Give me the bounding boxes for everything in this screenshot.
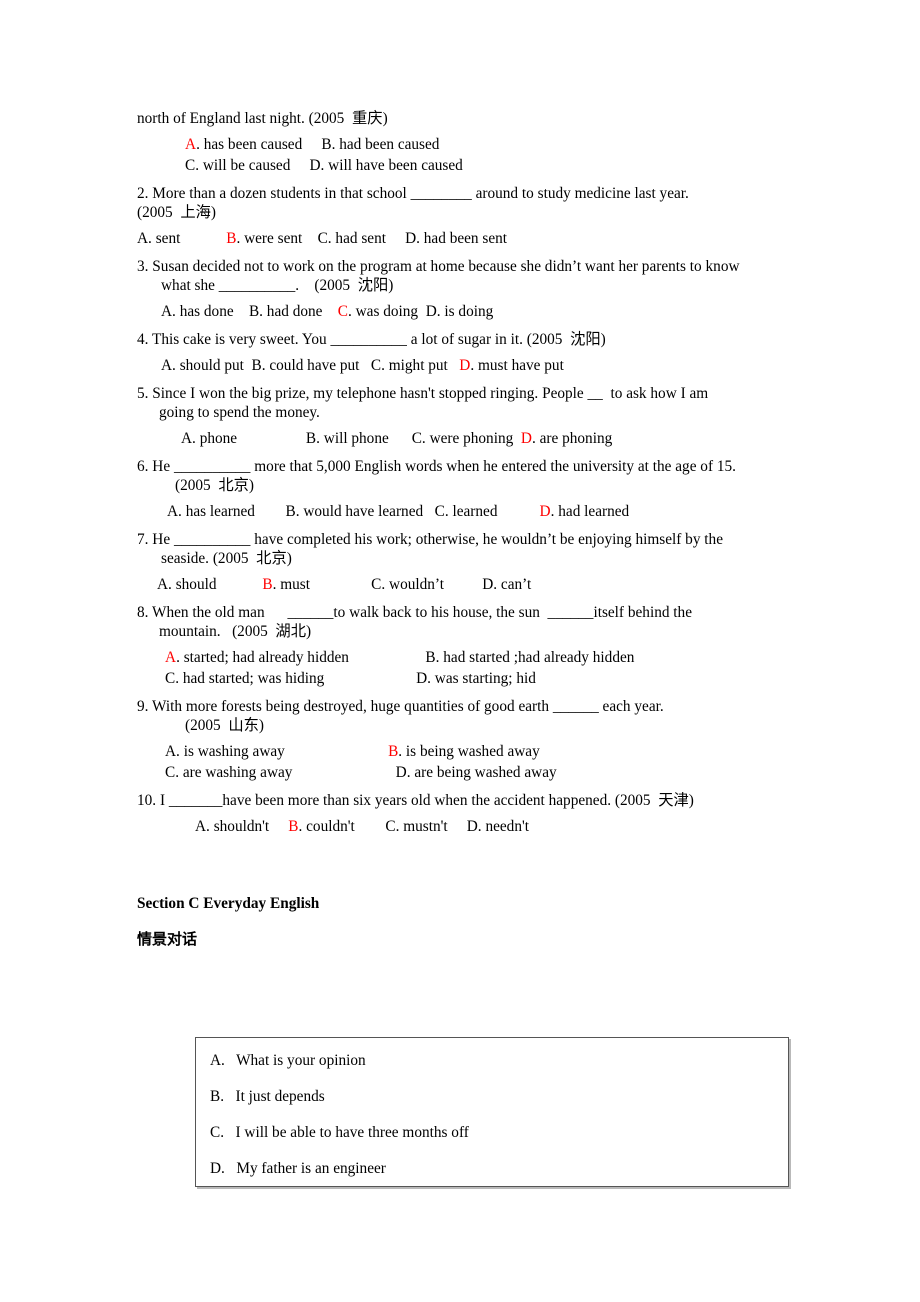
option-text: . is being washed away	[398, 743, 540, 760]
correct-answer-letter: D	[520, 430, 532, 447]
option-text: . were sent C. had sent D. had been sent	[236, 230, 508, 247]
option-text: A. should put B. could have put C. might…	[161, 357, 460, 374]
option-text: . has been caused B. had been caused	[196, 136, 440, 153]
dialogue-option[interactable]: A. What is your opinion	[210, 1052, 788, 1069]
question-block: north of England last night. (2005 重庆) A.…	[137, 110, 837, 174]
question-block: 8. When the old man ______to walk back t…	[137, 604, 837, 687]
question-block: 9. With more forests being destroyed, hu…	[137, 698, 837, 781]
option-text: C. had started; was hiding D. was starti…	[165, 670, 536, 687]
option-row[interactable]: C. had started; was hiding D. was starti…	[137, 670, 837, 687]
option-text: . started; had already hidden B. had sta…	[176, 649, 635, 666]
option-row[interactable]: A. is washing away B. is being washed aw…	[137, 743, 837, 760]
option-row[interactable]: A. has been caused B. had been caused	[137, 136, 837, 153]
question-block: 10. I _______have been more than six yea…	[137, 792, 837, 835]
dialogue-option[interactable]: D. My father is an engineer	[210, 1160, 788, 1177]
option-row[interactable]: A. has learned B. would have learned C. …	[137, 503, 837, 520]
option-text: . was doing D. is doing	[347, 303, 494, 320]
correct-answer-letter: B	[226, 230, 237, 247]
question-stem: 4. This cake is very sweet. You ________…	[137, 331, 606, 348]
option-text: . couldn't C. mustn't D. needn't	[298, 818, 529, 835]
option-text: . are phoning	[531, 430, 613, 447]
dialogue-option-label: A.	[210, 1052, 237, 1069]
option-row[interactable]: A. sent B. were sent C. had sent D. had …	[137, 230, 837, 247]
question-stem-continuation: mountain. (2005 湖北)	[159, 623, 312, 640]
section-c-heading: Section C Everyday English	[137, 895, 320, 912]
option-text: A. is washing away	[165, 743, 389, 760]
option-text: A. has done B. had done	[161, 303, 338, 320]
question-stem: 5. Since I won the big prize, my telepho…	[137, 385, 709, 402]
option-text: A. phone B. will phone C. were phoning	[181, 430, 521, 447]
dialogue-option-label: D.	[210, 1160, 237, 1177]
question-stem: 10. I _______have been more than six yea…	[137, 792, 694, 809]
option-row[interactable]: A. phone B. will phone C. were phoning D…	[137, 430, 837, 447]
option-text: . had learned	[550, 503, 630, 520]
dialogue-option-label: B.	[210, 1088, 236, 1105]
dialogue-option-text: I will be able to have three months off	[235, 1124, 469, 1141]
question-stem-continuation: going to spend the money.	[159, 404, 320, 421]
option-row[interactable]: A. has done B. had done C. was doing D. …	[137, 303, 837, 320]
correct-answer-letter: C	[337, 303, 348, 320]
question-block: 6. He __________ more that 5,000 English…	[137, 458, 837, 520]
question-list: north of England last night. (2005 重庆) A.…	[137, 110, 837, 835]
dialogue-option[interactable]: B. It just depends	[210, 1088, 788, 1105]
exercise-content: north of England last night. (2005 重庆) A.…	[137, 110, 837, 948]
question-stem-continuation: seaside. (2005 北京)	[161, 550, 292, 567]
option-row[interactable]: C. are washing away D. are being washed …	[137, 764, 837, 781]
dialogue-option-text: My father is an engineer	[236, 1160, 386, 1177]
option-row[interactable]: C. will be caused D. will have been caus…	[137, 157, 837, 174]
question-block: 7. He __________ have completed his work…	[137, 531, 837, 593]
option-text: . must have put	[470, 357, 564, 374]
dialogue-option-label: C.	[210, 1124, 236, 1141]
correct-answer-letter: A	[165, 649, 177, 666]
correct-answer-letter: A	[185, 136, 197, 153]
dialogue-option-text: It just depends	[235, 1088, 325, 1105]
option-text: . must C. wouldn’t D. can’t	[272, 576, 532, 593]
correct-answer-letter: D	[459, 357, 471, 374]
option-row[interactable]: A. should B. must C. wouldn’t D. can’t	[137, 576, 837, 593]
worksheet-page: north of England last night. (2005 重庆) A.…	[0, 0, 920, 1302]
question-block: 3. Susan decided not to work on the prog…	[137, 258, 837, 320]
question-stem-continuation: what she __________. (2005 沈阳)	[161, 277, 394, 294]
option-text: A. should	[157, 576, 263, 593]
option-row[interactable]: A. started; had already hidden B. had st…	[137, 649, 837, 666]
question-block: 2. More than a dozen students in that sc…	[137, 185, 837, 247]
question-stem: north of England last night. (2005 重庆)	[137, 110, 388, 127]
correct-answer-letter: D	[539, 503, 551, 520]
option-text: A. has learned B. would have learned C. …	[167, 503, 540, 520]
question-stem-continuation: (2005 上海)	[137, 204, 217, 221]
section-c-subheading-chinese: 情景对话	[137, 930, 198, 948]
option-row[interactable]: A. shouldn't B. couldn't C. mustn't D. n…	[137, 818, 837, 835]
question-stem-continuation: (2005 山东)	[185, 717, 265, 734]
dialogue-options-box: A. What is your opinion B. It just depend…	[195, 1037, 789, 1187]
option-text: A. shouldn't	[195, 818, 289, 835]
correct-answer-letter: B	[388, 743, 399, 760]
question-stem: 7. He __________ have completed his work…	[137, 531, 723, 548]
option-text: A. sent	[137, 230, 227, 247]
question-block: 4. This cake is very sweet. You ________…	[137, 331, 837, 374]
option-text: C. are washing away D. are being washed …	[165, 764, 557, 781]
correct-answer-letter: B	[262, 576, 273, 593]
question-stem: 6. He __________ more that 5,000 English…	[137, 458, 736, 475]
question-block: 5. Since I won the big prize, my telepho…	[137, 385, 837, 447]
question-stem: 2. More than a dozen students in that sc…	[137, 185, 689, 202]
correct-answer-letter: B	[288, 818, 299, 835]
dialogue-option[interactable]: C. I will be able to have three months o…	[210, 1124, 788, 1141]
question-stem-continuation: (2005 北京)	[175, 477, 255, 494]
option-row[interactable]: A. should put B. could have put C. might…	[137, 357, 837, 374]
question-stem: 3. Susan decided not to work on the prog…	[137, 258, 740, 275]
dialogue-option-text: What is your opinion	[236, 1052, 366, 1069]
option-text: C. will be caused D. will have been caus…	[185, 157, 463, 174]
dialogue-option-list: A. What is your opinion B. It just depend…	[210, 1052, 788, 1177]
question-stem: 8. When the old man ______to walk back t…	[137, 604, 692, 621]
question-stem: 9. With more forests being destroyed, hu…	[137, 698, 664, 715]
